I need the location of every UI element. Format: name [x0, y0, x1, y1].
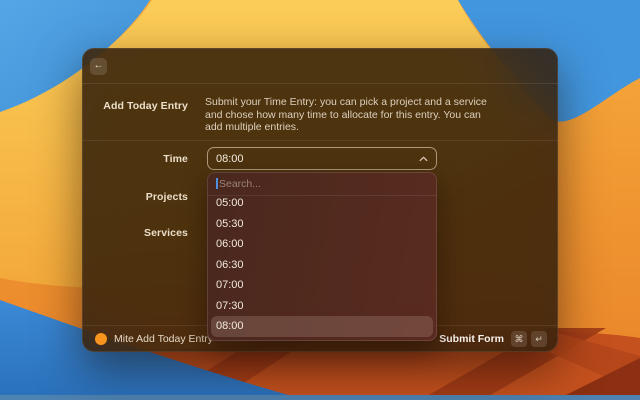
raycast-window: ← Add Today Entry Submit your Time Entry… — [82, 48, 558, 352]
form-title-label: Add Today Entry — [103, 100, 188, 112]
submit-form-label: Submit Form — [439, 333, 504, 345]
projects-field-label: Projects — [145, 191, 188, 203]
time-dropdown-field[interactable]: 08:00 — [207, 147, 437, 170]
mite-app-icon — [95, 333, 107, 345]
dropdown-options-list: 05:00 05:30 06:00 06:30 07:00 07:30 08:0… — [207, 196, 437, 340]
time-field-value: 08:00 — [216, 152, 244, 165]
primary-action[interactable]: Submit Form ⌘ ↵ — [439, 331, 547, 347]
back-button[interactable]: ← — [90, 58, 107, 75]
dropdown-option[interactable]: 05:00 — [211, 196, 433, 214]
form-description: Submit your Time Entry: you can pick a p… — [205, 96, 487, 134]
dropdown-option[interactable]: 07:30 — [211, 296, 433, 317]
back-arrow-icon: ← — [93, 60, 104, 71]
services-field-label: Services — [143, 227, 188, 239]
dropdown-option[interactable]: 05:30 — [211, 214, 433, 235]
dropdown-option[interactable]: 07:00 — [211, 275, 433, 296]
dropdown-search-input[interactable]: Search... — [207, 172, 437, 196]
chevron-up-icon — [419, 156, 428, 162]
dropdown-option[interactable]: 06:00 — [211, 234, 433, 255]
command-name: Mite Add Today Entry — [114, 333, 214, 345]
command-key-icon: ⌘ — [511, 331, 527, 347]
time-options-popover: Search... 05:00 05:30 06:00 06:30 07:00 … — [207, 172, 437, 341]
time-field-label: Time — [163, 153, 188, 165]
dropdown-option-selected[interactable]: 08:00 — [211, 316, 433, 337]
window-header: ← — [82, 48, 558, 84]
search-placeholder: Search... — [219, 177, 262, 190]
dropdown-option[interactable]: 06:30 — [211, 255, 433, 276]
return-key-icon: ↵ — [531, 331, 547, 347]
section-divider — [82, 140, 558, 141]
text-cursor — [216, 178, 218, 189]
